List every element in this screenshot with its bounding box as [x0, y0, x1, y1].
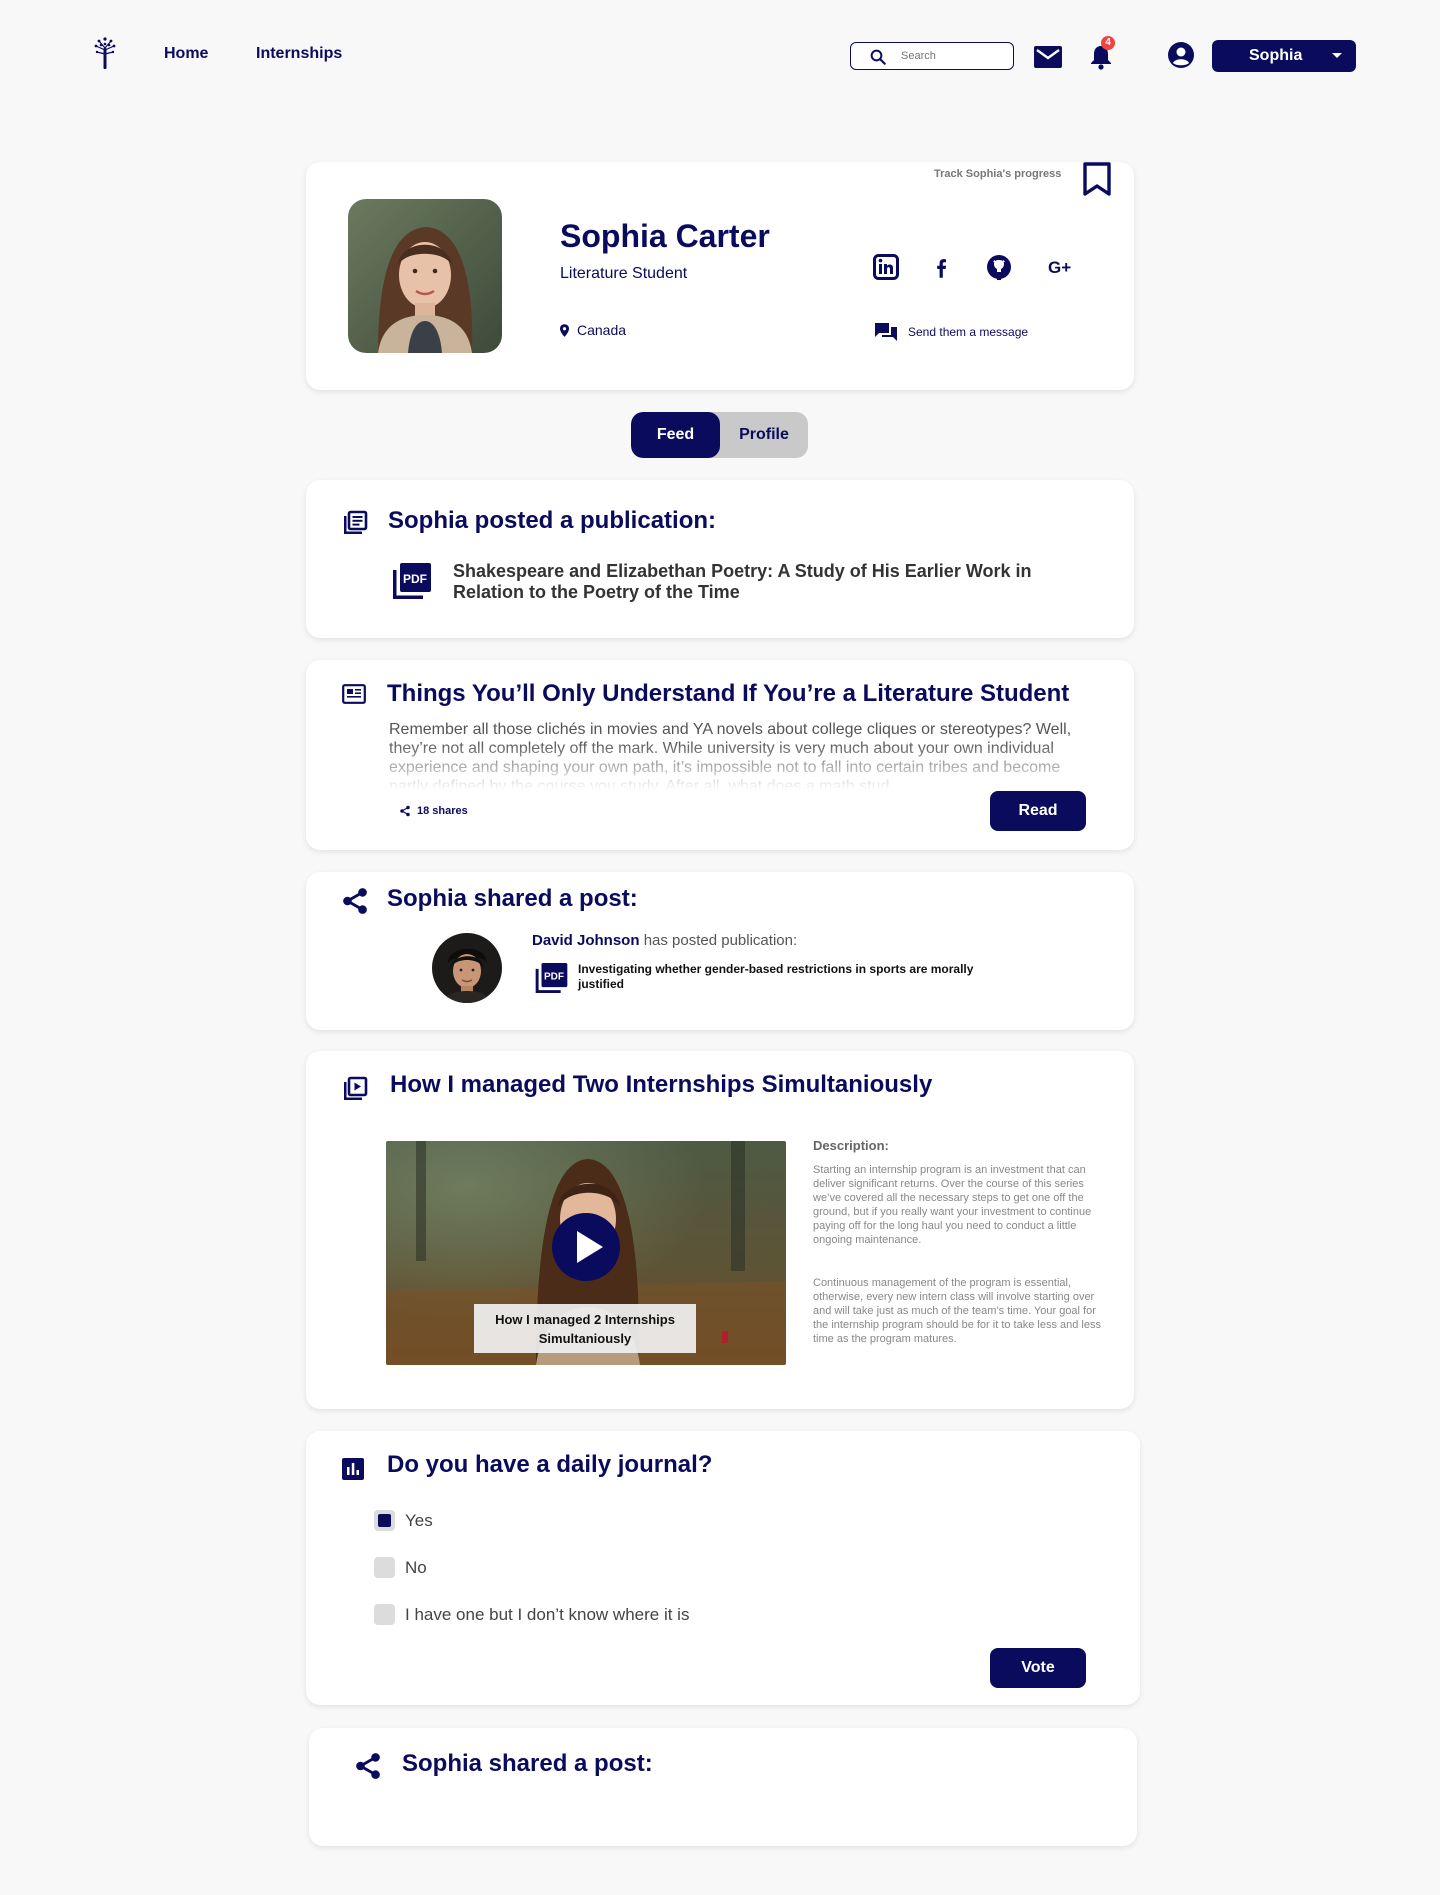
svg-text:PDF: PDF: [403, 572, 427, 586]
shared-post-card-2: Sophia shared a post:: [309, 1728, 1137, 1846]
top-navbar: Home Internships 4 Sophia: [0, 0, 1440, 110]
vote-button[interactable]: Vote: [990, 1648, 1086, 1688]
search-input[interactable]: [901, 47, 1001, 65]
profile-major: Literature Student: [560, 265, 688, 282]
pdf-icon[interactable]: PDF: [534, 961, 569, 995]
poll-checkbox-no[interactable]: [374, 1557, 395, 1578]
shared-post-card: Sophia shared a post: David Johnson has …: [306, 872, 1134, 1030]
svg-text:PDF: PDF: [544, 972, 564, 983]
video-player[interactable]: How I managed 2 Internships Simultanious…: [386, 1141, 786, 1365]
description-paragraph-1: Starting an internship program is an inv…: [813, 1164, 1092, 1246]
user-menu-button[interactable]: Sophia: [1212, 40, 1356, 72]
profile-location: Canada: [560, 322, 626, 338]
notification-badge: 4: [1101, 36, 1115, 50]
track-progress-label: Track Sophia's progress: [934, 168, 1062, 180]
location-pin-icon: [560, 323, 569, 337]
author-action: has posted publication:: [643, 932, 798, 949]
article-card: Things You’ll Only Understand If You’re …: [306, 660, 1134, 850]
nav-home-link[interactable]: Home: [164, 45, 208, 63]
publication-doc-title[interactable]: Shakespeare and Elizabethan Poetry: A St…: [453, 561, 1053, 603]
poll-option-label: Yes: [405, 1510, 433, 1530]
bookmark-icon[interactable]: [1082, 162, 1112, 196]
video-post-title[interactable]: How I managed Two Internships Simultanio…: [390, 1071, 932, 1099]
description-paragraph-2: Continuous management of the program is …: [813, 1277, 1101, 1345]
profile-name: Sophia Carter: [560, 218, 770, 254]
mail-icon[interactable]: [1034, 46, 1062, 68]
poll-option-label: No: [405, 1557, 427, 1577]
profile-avatar: [348, 199, 502, 353]
article-excerpt: Remember all those clichés in movies and…: [389, 720, 1089, 790]
search-icon: [870, 49, 886, 65]
poll-option-no[interactable]: No: [374, 1557, 427, 1578]
google-plus-icon[interactable]: G+: [1048, 254, 1076, 280]
tab-profile[interactable]: Profile: [720, 412, 808, 458]
account-icon[interactable]: [1168, 42, 1194, 68]
poll-option-yes[interactable]: Yes: [374, 1510, 433, 1531]
feed-profile-tabs: Feed Profile: [631, 412, 808, 458]
author-name[interactable]: David Johnson: [532, 932, 640, 949]
send-message-link[interactable]: Send them a message: [874, 322, 1028, 342]
share-icon: [343, 888, 367, 914]
publication-card: Sophia posted a publication: PDF Shakesp…: [306, 480, 1134, 638]
library-books-icon: [344, 510, 368, 534]
video-library-icon: [344, 1076, 368, 1100]
article-title[interactable]: Things You’ll Only Understand If You’re …: [387, 680, 1069, 708]
tab-feed[interactable]: Feed: [631, 412, 720, 458]
nav-internships-link[interactable]: Internships: [256, 45, 342, 63]
play-button-icon[interactable]: [551, 1212, 621, 1282]
video-post-card: How I managed Two Internships Simultanio…: [306, 1051, 1134, 1409]
share-icon: [400, 805, 410, 817]
poll-checkbox-yes[interactable]: [374, 1510, 395, 1531]
video-caption: How I managed 2 Internships Simultanious…: [474, 1304, 696, 1353]
description-heading: Description:: [813, 1138, 889, 1153]
profile-card: Sophia Carter Literature Student Canada …: [306, 162, 1134, 390]
poll-question: Do you have a daily journal?: [387, 1451, 713, 1478]
chevron-down-icon: [1332, 53, 1342, 58]
poll-checkbox-lost[interactable]: [374, 1604, 395, 1625]
poll-option-lost[interactable]: I have one but I don’t know where it is: [374, 1604, 689, 1625]
shares-count[interactable]: 18 shares: [399, 805, 468, 817]
svg-text:G+: G+: [1048, 258, 1071, 277]
poll-option-label: I have one but I don’t know where it is: [405, 1604, 690, 1624]
shared-post-2-title: Sophia shared a post:: [402, 1750, 653, 1777]
poll-chart-icon: [342, 1458, 364, 1480]
logo-icon[interactable]: [90, 34, 120, 70]
author-avatar[interactable]: [432, 933, 502, 1003]
github-icon[interactable]: [986, 254, 1012, 280]
user-name: Sophia: [1249, 47, 1303, 64]
poll-card: Do you have a daily journal? Yes No I ha…: [306, 1431, 1140, 1705]
location-text: Canada: [577, 322, 627, 338]
facebook-icon[interactable]: [934, 254, 948, 280]
shared-post-title: Sophia shared a post:: [387, 885, 638, 912]
publication-card-title: Sophia posted a publication:: [388, 507, 717, 534]
pdf-icon[interactable]: PDF: [391, 561, 433, 601]
send-message-label: Send them a message: [908, 325, 1029, 339]
chat-icon: [875, 323, 897, 341]
search-box[interactable]: [850, 42, 1014, 70]
linkedin-icon[interactable]: [873, 254, 899, 280]
shares-label: 18 shares: [417, 805, 468, 817]
share-icon: [356, 1753, 380, 1779]
shared-author-line: David Johnson has posted publication:: [532, 932, 797, 949]
shared-doc-title[interactable]: Investigating whether gender-based restr…: [578, 962, 1018, 992]
read-button[interactable]: Read: [990, 791, 1086, 831]
newspaper-icon: [342, 684, 366, 704]
